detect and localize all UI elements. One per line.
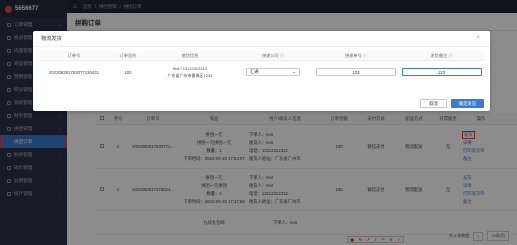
close-icon[interactable]: × — [476, 35, 480, 41]
receiver-info: test / 13112312312 广东省广州市番禺区1234 — [167, 65, 213, 78]
courier-select[interactable]: 汇通 ⌄ — [246, 68, 300, 76]
confirm-ship-button[interactable]: 确定发货 — [450, 99, 484, 108]
order-total: 100 — [124, 69, 132, 75]
tracking-number-input[interactable]: 123 — [316, 68, 396, 76]
shipping-table-row: 202209281753077130431 100 test / 1311231… — [39, 61, 484, 83]
shipping-table: 订单号 订单总价 收货信息 快递公司 ⓘ 快递单号 ⓘ 发货备注 ⓘ 20220… — [39, 51, 484, 83]
shipping-note-input[interactable]: 123 — [401, 68, 482, 76]
chevron-down-icon: ⌄ — [292, 69, 296, 74]
shipping-table-header: 订单号 订单总价 收货信息 快递公司 ⓘ 快递单号 ⓘ 发货备注 ⓘ — [39, 51, 484, 61]
dialog-footer: 取消 确定发货 — [420, 99, 484, 108]
order-number: 202209281753077130431 — [48, 69, 100, 75]
shipping-dialog: 物流发货 × 订单号 订单总价 收货信息 快递公司 ⓘ 快递单号 ⓘ 发货备注 … — [33, 31, 490, 111]
cancel-button[interactable]: 取消 — [420, 99, 447, 108]
dialog-title: 物流发货 — [33, 31, 490, 47]
